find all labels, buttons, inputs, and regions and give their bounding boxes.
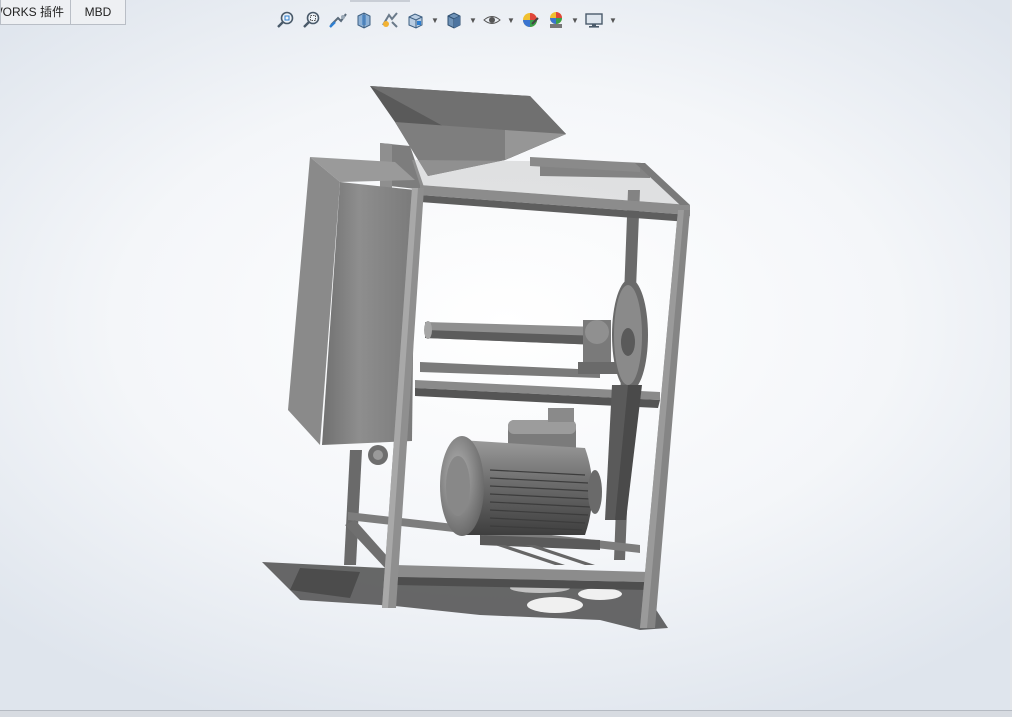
dynamic-annotation-views-icon[interactable] [379, 9, 401, 31]
previous-view-icon[interactable] [327, 9, 349, 31]
view-orientation-icon[interactable] [405, 9, 427, 31]
frame-top [412, 157, 690, 222]
heads-up-view-toolbar: ▼ ▼ ▼ ▼ ▼ [275, 6, 617, 34]
tab-mbd[interactable]: MBD [70, 0, 126, 25]
display-style-dropdown-icon[interactable]: ▼ [469, 16, 477, 25]
zoom-to-area-icon[interactable] [301, 9, 323, 31]
apply-scene-dropdown-icon[interactable]: ▼ [571, 16, 579, 25]
electric-motor [440, 408, 602, 550]
apply-scene-icon[interactable] [545, 9, 567, 31]
view-settings-dropdown-icon[interactable]: ▼ [609, 16, 617, 25]
command-manager-tabs: SOLIDWORKS 插件 MBD [0, 0, 126, 26]
tab-solidworks-addins[interactable]: SOLIDWORKS 插件 [0, 0, 71, 25]
hide-show-dropdown-icon[interactable]: ▼ [507, 16, 515, 25]
view-orientation-dropdown-icon[interactable]: ▼ [431, 16, 439, 25]
tab-separator [350, 0, 410, 2]
frame-front-posts [382, 188, 690, 628]
section-view-icon[interactable] [353, 9, 375, 31]
zoom-to-fit-icon[interactable] [275, 9, 297, 31]
machine-3d-model[interactable] [0, 34, 1012, 710]
graphics-area[interactable] [0, 34, 1012, 710]
hide-show-items-icon[interactable] [481, 9, 503, 31]
status-bar [0, 710, 1012, 717]
edit-appearance-icon[interactable] [519, 9, 541, 31]
view-settings-icon[interactable] [583, 9, 605, 31]
display-style-icon[interactable] [443, 9, 465, 31]
